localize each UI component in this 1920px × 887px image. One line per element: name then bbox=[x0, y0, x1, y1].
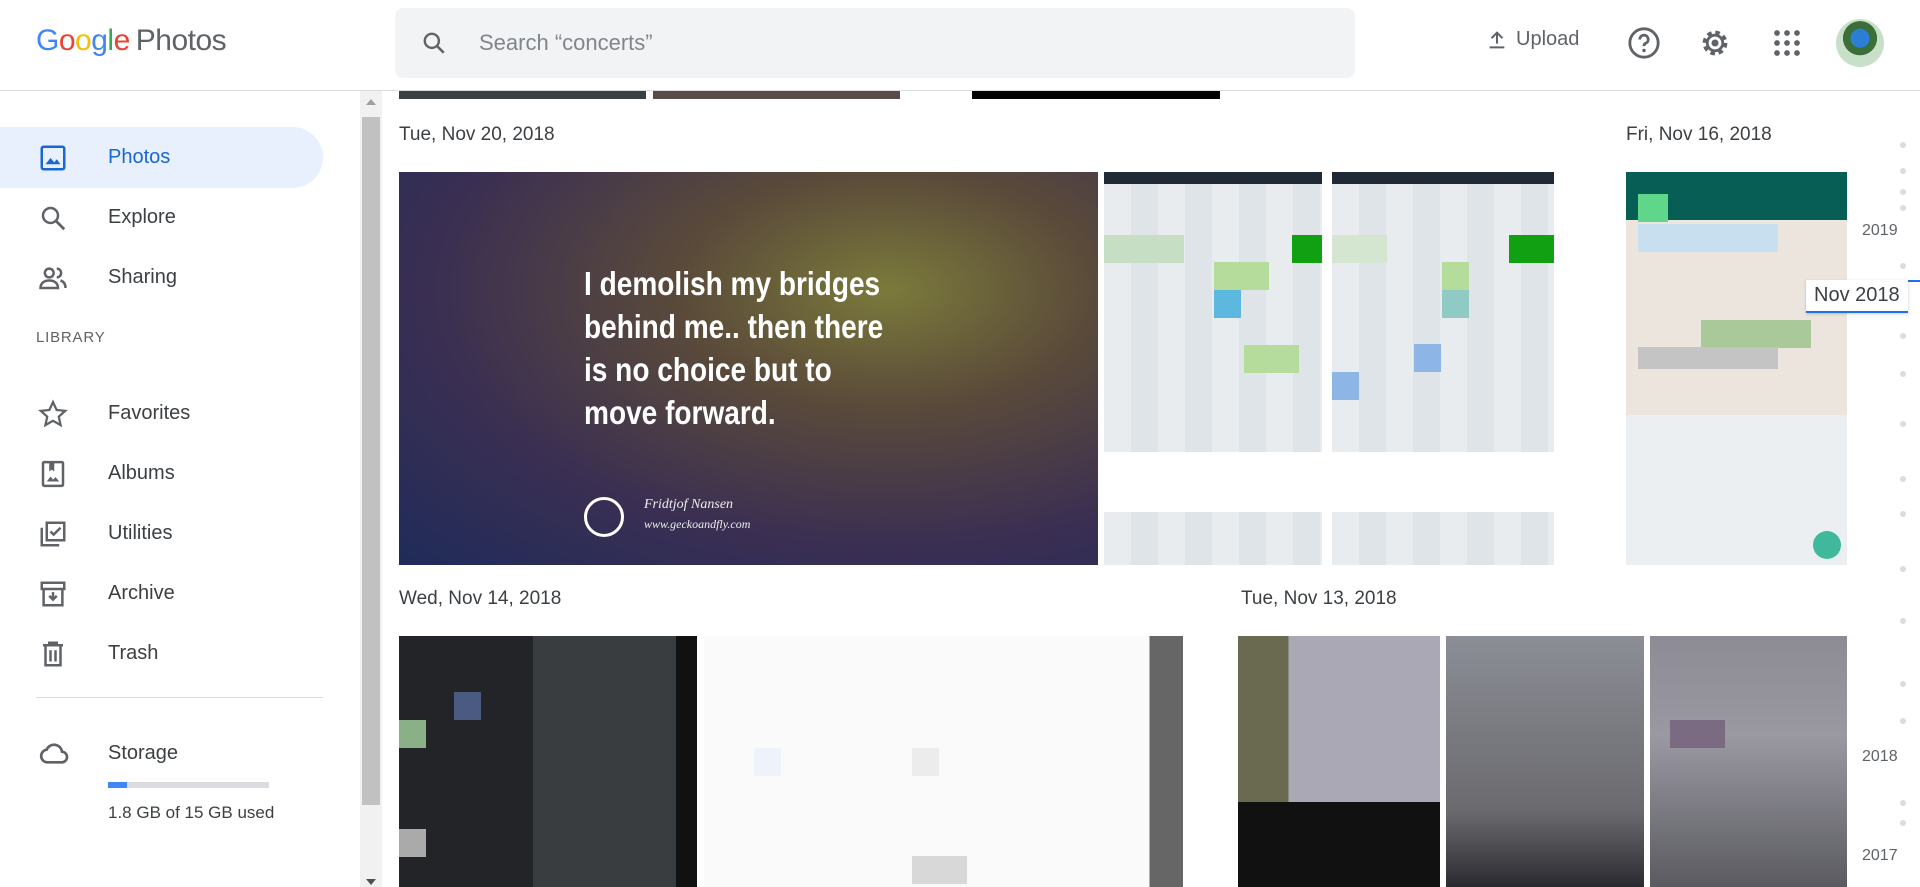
quote-author: Fridtjof Nansen bbox=[644, 497, 734, 512]
sidebar: Photos Explore Sharing LIBRARY Favorites… bbox=[0, 91, 355, 887]
album-icon bbox=[41, 460, 65, 488]
storage-used-text: 1.8 GB of 15 GB used bbox=[108, 803, 275, 822]
scrollbar-thumb[interactable] bbox=[362, 117, 380, 805]
search-bar[interactable] bbox=[395, 8, 1355, 78]
archive-icon bbox=[40, 581, 66, 607]
photo-thumbnail[interactable] bbox=[972, 91, 1220, 99]
google-photos-logo[interactable]: Google Photos bbox=[36, 24, 227, 58]
photo-thumbnail[interactable] bbox=[653, 91, 900, 99]
timeline-dot[interactable] bbox=[1900, 263, 1906, 269]
cloud-icon bbox=[39, 743, 69, 764]
sidebar-item-label: Albums bbox=[108, 462, 175, 484]
photo-thumbnail[interactable] bbox=[1238, 636, 1440, 887]
sidebar-item-utilities[interactable]: Utilities bbox=[0, 503, 323, 564]
sidebar-item-trash[interactable]: Trash bbox=[0, 623, 323, 684]
logo-product: Photos bbox=[135, 24, 227, 57]
logo-seal bbox=[584, 497, 624, 537]
timeline-dot[interactable] bbox=[1900, 142, 1906, 148]
sidebar-item-albums[interactable]: Albums bbox=[0, 443, 323, 504]
sidebar-item-label: Trash bbox=[108, 642, 159, 664]
quote-text: I demolish my bridges behind me.. then t… bbox=[584, 265, 884, 431]
sidebar-item-label: Favorites bbox=[108, 402, 191, 424]
timeline-current-label: Nov 2018 bbox=[1806, 280, 1908, 313]
timeline-dot[interactable] bbox=[1900, 189, 1906, 195]
timeline-dot[interactable] bbox=[1900, 168, 1906, 174]
timeline-dot[interactable] bbox=[1900, 371, 1906, 377]
sidebar-divider bbox=[36, 697, 323, 698]
timeline-dot[interactable] bbox=[1900, 205, 1906, 211]
scroll-up-arrow-icon[interactable] bbox=[366, 99, 376, 105]
photo-thumbnail[interactable] bbox=[1626, 172, 1847, 565]
timeline-dot[interactable] bbox=[1900, 820, 1906, 826]
sidebar-item-favorites[interactable]: Favorites bbox=[0, 383, 323, 444]
timeline-dot[interactable] bbox=[1900, 421, 1906, 427]
date-group-header[interactable]: Fri, Nov 16, 2018 bbox=[1626, 124, 1772, 146]
logo-letter: e bbox=[113, 24, 131, 57]
library-heading: LIBRARY bbox=[36, 329, 106, 346]
upload-icon bbox=[1489, 30, 1505, 48]
sidebar-item-label: Sharing bbox=[108, 266, 177, 288]
quote-site: www.geckoandfly.com bbox=[644, 517, 751, 531]
sidebar-item-label: Explore bbox=[108, 206, 176, 228]
storage-progress-fill bbox=[108, 782, 128, 788]
logo-letter: o bbox=[58, 24, 76, 57]
photo-icon bbox=[40, 145, 66, 171]
sidebar-scrollbar[interactable] bbox=[360, 91, 382, 887]
photo-thumbnail[interactable] bbox=[1650, 636, 1847, 887]
top-bar: GooglePhotos Upload bbox=[0, 0, 1920, 91]
photo-thumbnail[interactable] bbox=[704, 636, 1183, 887]
timeline-dot[interactable] bbox=[1900, 800, 1906, 806]
sidebar-item-label: Photos bbox=[108, 146, 171, 168]
photo-thumbnail[interactable] bbox=[1104, 172, 1322, 565]
storage-progress-bar bbox=[108, 782, 269, 788]
timeline-dot[interactable] bbox=[1900, 718, 1906, 724]
upload-button[interactable]: Upload bbox=[1486, 28, 1579, 51]
timeline-year[interactable]: 2018 bbox=[1862, 748, 1898, 766]
photo-thumbnail[interactable] bbox=[1332, 172, 1554, 565]
timeline-dot[interactable] bbox=[1900, 618, 1906, 624]
date-group-header[interactable]: Tue, Nov 13, 2018 bbox=[1241, 588, 1397, 610]
sidebar-item-explore[interactable]: Explore bbox=[0, 187, 323, 248]
logo-letter: G bbox=[36, 24, 59, 57]
photo-thumbnail[interactable] bbox=[1446, 636, 1644, 887]
logo-letter: g bbox=[91, 24, 108, 57]
sidebar-item-label: Utilities bbox=[108, 522, 173, 544]
timeline-dot[interactable] bbox=[1900, 333, 1906, 339]
scroll-down-arrow-icon[interactable] bbox=[366, 879, 376, 885]
sidebar-item-photos[interactable]: Photos bbox=[0, 127, 323, 188]
search-icon bbox=[41, 206, 66, 231]
settings-icon[interactable] bbox=[1698, 26, 1732, 60]
timeline-year[interactable]: 2017 bbox=[1862, 847, 1898, 865]
help-icon[interactable] bbox=[1627, 26, 1661, 60]
search-icon[interactable] bbox=[421, 30, 447, 56]
logo-letter: o bbox=[75, 24, 92, 57]
apps-icon[interactable] bbox=[1772, 28, 1802, 58]
utilities-icon bbox=[40, 521, 66, 547]
upload-label: Upload bbox=[1516, 28, 1580, 50]
sidebar-item-archive[interactable]: Archive bbox=[0, 563, 323, 624]
date-group-header[interactable]: Tue, Nov 20, 2018 bbox=[399, 124, 555, 146]
timeline-dot[interactable] bbox=[1900, 681, 1906, 687]
timeline-year[interactable]: 2019 bbox=[1862, 222, 1898, 240]
photo-thumbnail[interactable]: I demolish my bridges behind me.. then t… bbox=[399, 172, 1098, 565]
sidebar-item-label: Archive bbox=[108, 582, 175, 604]
star-icon bbox=[38, 399, 68, 428]
avatar[interactable] bbox=[1836, 19, 1884, 67]
search-input[interactable] bbox=[479, 8, 1329, 78]
timeline-dot[interactable] bbox=[1900, 511, 1906, 517]
timeline-dot[interactable] bbox=[1900, 476, 1906, 482]
sidebar-item-sharing[interactable]: Sharing bbox=[0, 247, 323, 308]
date-group-header[interactable]: Wed, Nov 14, 2018 bbox=[399, 588, 561, 610]
timeline-dot[interactable] bbox=[1900, 566, 1906, 572]
photo-thumbnail[interactable] bbox=[399, 636, 697, 887]
photo-thumbnail[interactable] bbox=[399, 91, 646, 99]
trash-icon bbox=[43, 641, 63, 667]
storage-label[interactable]: Storage bbox=[108, 742, 178, 765]
people-icon bbox=[39, 267, 67, 290]
